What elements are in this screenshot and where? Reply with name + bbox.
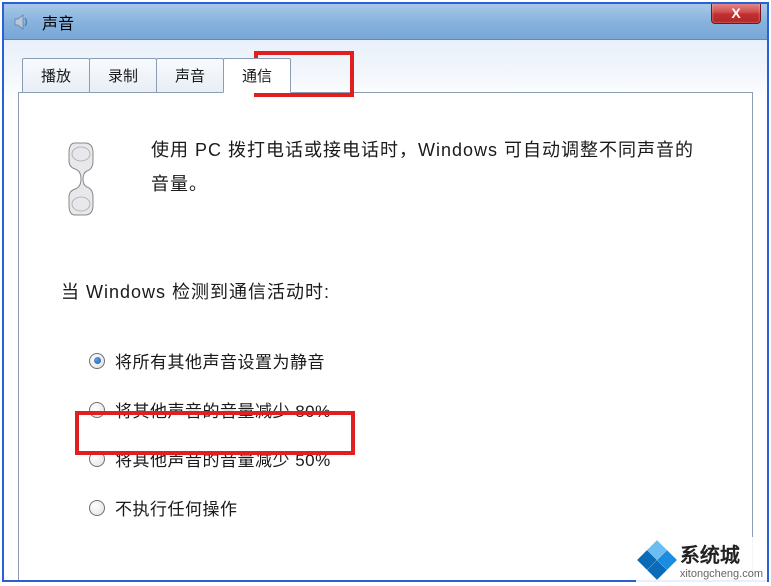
radio-option-mute-all[interactable]: 将所有其他声音设置为静音: [89, 348, 710, 373]
window-body: 播放 录制 声音 通信 使用 PC 拨打电话或接电话时，Windows 可自动调…: [4, 40, 767, 580]
close-button[interactable]: X: [711, 2, 761, 24]
radio-label: 将其他声音的音量减少 50%: [115, 446, 331, 471]
watermark-main: 系统城: [680, 539, 763, 568]
radio-icon: [89, 402, 105, 418]
tab-sounds[interactable]: 声音: [156, 58, 224, 92]
radio-icon: [89, 353, 105, 369]
tab-communications[interactable]: 通信: [223, 58, 291, 93]
radio-label: 不执行任何操作: [115, 495, 238, 520]
radio-icon: [89, 500, 105, 516]
radio-option-reduce-80[interactable]: 将其他声音的音量减少 80%: [89, 397, 710, 422]
description-text: 使用 PC 拨打电话或接电话时，Windows 可自动调整不同声音的音量。: [151, 133, 710, 201]
watermark: 系统城 xitongcheng.com: [636, 537, 767, 582]
radio-group: 将所有其他声音设置为静音 将其他声音的音量减少 80% 将其他声音的音量减少 5…: [61, 348, 710, 520]
tab-recording[interactable]: 录制: [89, 58, 157, 92]
window-title: 声音: [42, 10, 761, 34]
phone-handset-icon: [61, 133, 117, 224]
tab-playback[interactable]: 播放: [22, 58, 90, 92]
tab-bar: 播放 录制 声音 通信: [22, 58, 753, 92]
watermark-sub: xitongcheng.com: [680, 568, 763, 580]
tab-content: 使用 PC 拨打电话或接电话时，Windows 可自动调整不同声音的音量。 当 …: [18, 92, 753, 582]
radio-label: 将所有其他声音设置为静音: [115, 348, 325, 373]
close-icon: X: [731, 5, 740, 21]
radio-icon: [89, 451, 105, 467]
section-heading: 当 Windows 检测到通信活动时:: [61, 278, 710, 304]
radio-label: 将其他声音的音量减少 80%: [115, 397, 331, 422]
titlebar: 声音 X: [4, 4, 767, 40]
radio-option-reduce-50[interactable]: 将其他声音的音量减少 50%: [89, 446, 710, 471]
radio-option-do-nothing[interactable]: 不执行任何操作: [89, 495, 710, 520]
speaker-icon: [10, 10, 34, 34]
watermark-logo-icon: [640, 543, 674, 577]
